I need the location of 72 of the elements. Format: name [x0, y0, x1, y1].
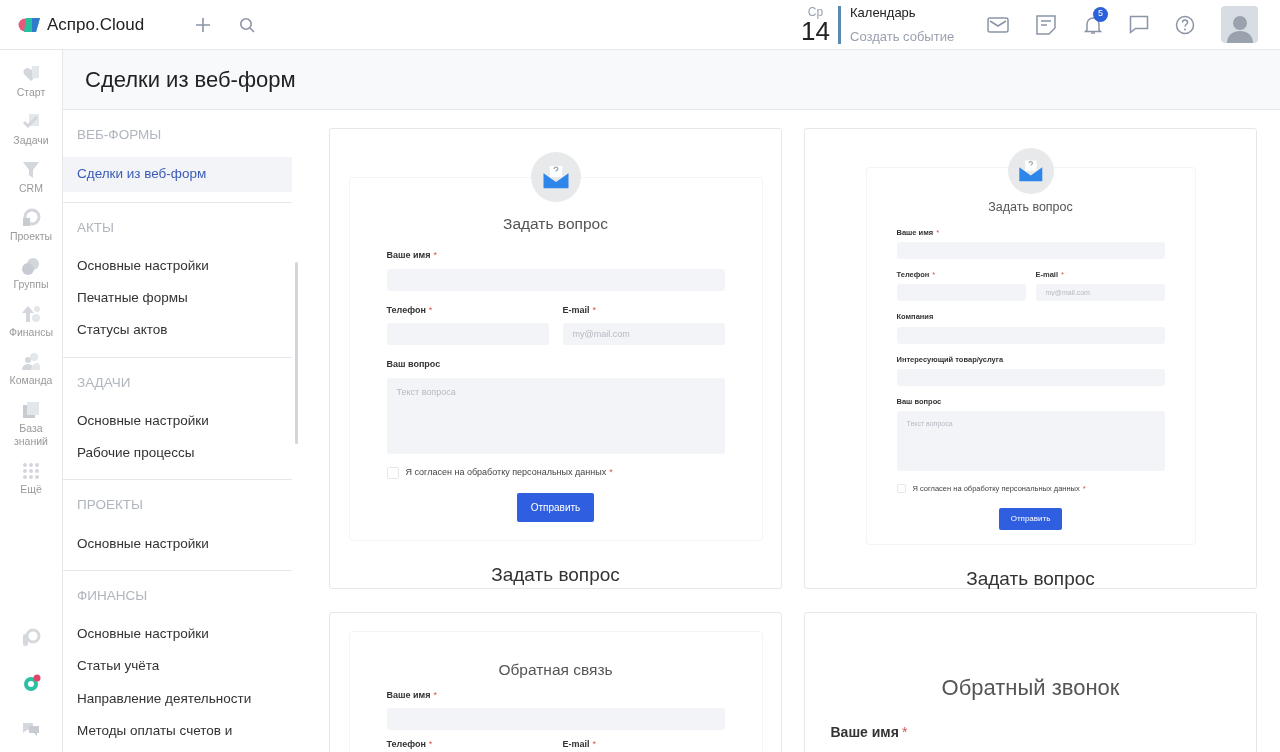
- section-heading: ФИНАНСЫ: [76, 586, 149, 605]
- form-title: Обратная связь: [497, 660, 614, 680]
- form-card[interactable]: Обратная связь Ваше имя * Телефон * E-mail *: [329, 612, 782, 752]
- field-label: E-mail: [562, 303, 590, 317]
- settings-nav-item[interactable]: Сделки из веб-форм: [63, 157, 292, 192]
- page-title: Сделки из веб-форм: [85, 66, 296, 94]
- settings-nav-item[interactable]: Статьи учёта: [63, 650, 292, 683]
- grid-dots-icon[interactable]: [21, 461, 41, 481]
- people-icon[interactable]: [21, 352, 41, 372]
- required-mark: *: [433, 249, 437, 263]
- logo-text: Аспро.Cloud: [47, 13, 145, 36]
- notification-badge: 5: [1093, 6, 1108, 22]
- add-icon[interactable]: [195, 16, 211, 33]
- consent-label: Я согласен на обработку персональных данных: [405, 465, 607, 479]
- required-mark: *: [592, 303, 597, 317]
- field-label: Телефон: [386, 737, 426, 751]
- field-label: Ваше имя: [386, 689, 431, 703]
- field-label: Ваше имя: [830, 723, 899, 742]
- settings-nav-item[interactable]: Основные настройки: [63, 404, 292, 437]
- required-mark: *: [901, 723, 908, 742]
- settings-nav-item[interactable]: Рабочие процессы: [63, 437, 292, 470]
- brand-icon[interactable]: [21, 628, 41, 648]
- section-heading: ПРОЕКТЫ: [76, 496, 144, 515]
- field-label: Ваш вопрос: [386, 358, 441, 372]
- field-label: Телефон: [386, 303, 426, 317]
- section-heading: АКТЫ: [76, 218, 116, 237]
- form-title: Задать вопрос: [502, 214, 609, 234]
- required-mark: *: [428, 303, 433, 317]
- form-title: Задать вопрос: [987, 199, 1074, 216]
- flower-icon[interactable]: [21, 674, 41, 694]
- checkbox[interactable]: [896, 484, 906, 494]
- ring-icon[interactable]: [21, 208, 41, 228]
- submit-button[interactable]: Отправить: [516, 493, 595, 523]
- weekday-label: Ср: [807, 5, 824, 18]
- day-number: 14: [801, 17, 830, 44]
- note-icon[interactable]: [1035, 14, 1057, 35]
- section-heading: ВЕБ-ФОРМЫ: [76, 126, 163, 144]
- funnel-icon[interactable]: [21, 160, 41, 180]
- bell-icon[interactable]: [1083, 14, 1103, 35]
- logo-icon: [18, 15, 42, 34]
- help-icon[interactable]: [1175, 14, 1195, 35]
- form-caption: Задать вопрос: [491, 563, 620, 588]
- field-label: Ваше имя: [386, 249, 431, 263]
- arrow-up-icon[interactable]: [21, 304, 41, 324]
- form-card[interactable]: Обратный звонок Ваше имя *: [804, 612, 1257, 752]
- scrollbar-thumb[interactable]: [295, 262, 298, 444]
- settings-nav-item[interactable]: Печатные формы: [63, 282, 292, 315]
- settings-nav-item[interactable]: Статусы актов: [63, 314, 292, 347]
- settings-nav-item[interactable]: Основные настройки: [63, 249, 292, 282]
- field-label: E-mail: [562, 737, 590, 751]
- form-title: Обратный звонок: [940, 674, 1121, 702]
- settings-nav-item[interactable]: Основные настройки: [63, 527, 292, 560]
- avatar[interactable]: [1221, 6, 1258, 43]
- pages-icon[interactable]: [21, 400, 41, 420]
- required-mark: *: [592, 737, 597, 751]
- settings-nav-item[interactable]: Основные настройки: [63, 618, 292, 651]
- settings-nav-item[interactable]: Методы оплаты счетов и: [63, 714, 292, 747]
- settings-nav-item[interactable]: Направление деятельности: [63, 682, 292, 715]
- chat-bubbles-icon[interactable]: [21, 720, 41, 738]
- search-icon[interactable]: [239, 16, 255, 33]
- submit-button[interactable]: Отправить: [998, 508, 1063, 531]
- checkbox[interactable]: [386, 466, 399, 479]
- calendar-link[interactable]: Календарь: [850, 3, 975, 23]
- circles-icon[interactable]: [21, 256, 41, 276]
- heart-icon[interactable]: [21, 64, 41, 84]
- mail-icon[interactable]: [987, 16, 1009, 33]
- required-mark: *: [433, 689, 437, 703]
- section-heading: ЗАДАЧИ: [76, 373, 132, 392]
- chat-icon[interactable]: [1129, 14, 1149, 35]
- required-mark: *: [428, 737, 433, 751]
- required-mark: *: [609, 465, 613, 479]
- form-caption: Задать вопрос: [966, 567, 1095, 592]
